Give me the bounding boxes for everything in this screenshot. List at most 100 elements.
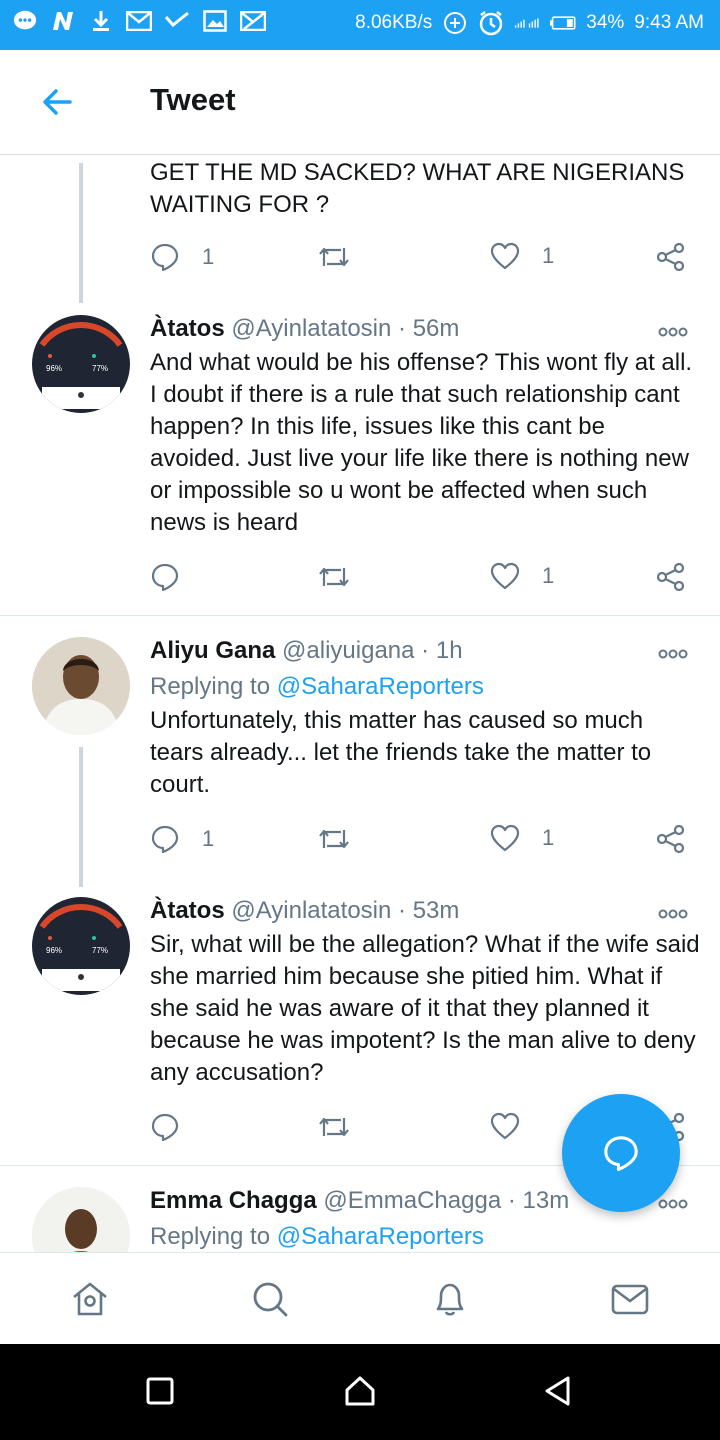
reply-count: 1 <box>202 244 215 269</box>
retweet-button[interactable] <box>317 242 373 272</box>
thread-line <box>79 163 83 303</box>
tweet-item[interactable]: 96% 77% Àtatos @Ayinlatatosin · 56m And … <box>0 305 720 615</box>
like-button[interactable]: 1 <box>490 242 554 270</box>
reply-button[interactable]: 1 <box>150 824 214 854</box>
retweet-icon <box>319 247 349 267</box>
like-button[interactable]: 1 <box>490 824 554 852</box>
retweet-button[interactable] <box>317 1112 373 1142</box>
meta-separator: · <box>421 637 430 664</box>
page-title: Tweet <box>150 82 236 117</box>
reply-button[interactable]: 1 <box>150 242 214 272</box>
tweet-divider <box>0 615 720 616</box>
tweet-text: And what would be his offense? This wont… <box>150 349 693 536</box>
like-button[interactable]: 1 <box>490 562 554 590</box>
display-name[interactable]: Àtatos <box>150 897 225 924</box>
avatar[interactable] <box>32 637 130 735</box>
tweet-meta: Àtatos @Ayinlatatosin · 53m <box>150 897 459 925</box>
reply-button[interactable] <box>150 1112 202 1142</box>
recents-button[interactable] <box>143 1374 177 1408</box>
more-options-button[interactable] <box>658 1197 688 1211</box>
replying-to-handle[interactable]: @SaharaReporters <box>277 673 484 700</box>
battery-icon <box>550 12 576 34</box>
user-handle[interactable]: @Ayinlatatosin <box>231 897 391 924</box>
heart-icon <box>490 242 520 270</box>
meta-separator: · <box>507 1187 516 1214</box>
nav-search-button[interactable] <box>250 1279 290 1319</box>
tweet-item[interactable]: Aliyu Gana @aliyuigana · 1h Replying to … <box>0 627 720 887</box>
app-header: Tweet <box>0 50 720 155</box>
comment-icon <box>151 243 179 272</box>
comment-icon <box>151 825 179 854</box>
back-button[interactable] <box>38 82 78 122</box>
bottom-navigation <box>0 1252 720 1345</box>
signal-icon <box>514 12 540 34</box>
tweet-thread[interactable]: GET THE MD SACKED? WHAT ARE NIGERIANS WA… <box>0 155 720 1252</box>
heart-icon <box>490 562 520 590</box>
avatar-storage-text: 96% <box>46 946 62 955</box>
data-saver-icon <box>442 12 468 34</box>
comment-icon <box>151 1113 179 1142</box>
arrow-left-icon <box>43 89 72 115</box>
retweet-icon <box>319 829 349 849</box>
alarm-icon <box>478 11 504 36</box>
user-handle[interactable]: @EmmaChagga <box>323 1187 501 1214</box>
more-dots-icon <box>658 649 688 659</box>
display-name[interactable]: Àtatos <box>150 315 225 342</box>
tweet-item[interactable]: GET THE MD SACKED? WHAT ARE NIGERIANS WA… <box>0 155 720 305</box>
retweet-button[interactable] <box>317 824 373 854</box>
like-button[interactable] <box>490 1112 542 1140</box>
replying-to-label: Replying to <box>150 673 271 700</box>
avatar-storage-text: 96% <box>46 364 62 373</box>
share-icon <box>656 562 685 592</box>
share-button[interactable] <box>656 242 686 272</box>
heart-icon <box>490 824 520 852</box>
share-icon <box>656 824 685 854</box>
check-icon <box>164 10 190 32</box>
retweet-button[interactable] <box>317 562 373 592</box>
display-name[interactable]: Emma Chagga <box>150 1187 317 1214</box>
tweet-actions: 1 1 <box>150 242 690 276</box>
retweet-icon <box>319 1117 349 1137</box>
recents-icon <box>146 1377 174 1405</box>
avatar[interactable]: 96% 77% <box>32 315 130 413</box>
share-button[interactable] <box>656 562 686 592</box>
tweet-time: 56m <box>412 315 460 342</box>
system-navigation-bar <box>0 1344 720 1440</box>
image-icon <box>202 10 228 32</box>
reply-button[interactable] <box>150 562 202 592</box>
meta-separator: · <box>398 897 407 924</box>
tweet-text: Unfortunately, this matter has caused so… <box>150 707 652 798</box>
thread-line <box>79 747 83 887</box>
more-options-button[interactable] <box>658 647 688 661</box>
system-back-button[interactable] <box>541 1374 575 1408</box>
like-count: 1 <box>542 563 555 588</box>
back-triangle-icon <box>545 1376 570 1406</box>
chat-bubble-icon <box>12 10 38 32</box>
compose-reply-button[interactable] <box>562 1094 680 1212</box>
share-button[interactable] <box>656 824 686 854</box>
replying-to-label: Replying to <box>150 1223 271 1250</box>
tweet-actions: 1 <box>150 562 690 596</box>
tweet-time: 53m <box>412 897 460 924</box>
nav-home-button[interactable] <box>70 1279 110 1319</box>
heart-icon <box>490 1112 520 1140</box>
display-name[interactable]: Aliyu Gana <box>150 637 275 664</box>
home-button-icon <box>345 1376 375 1406</box>
download-icon <box>88 10 114 32</box>
more-dots-icon <box>658 327 688 337</box>
user-handle[interactable]: @aliyuigana <box>282 637 414 664</box>
more-options-button[interactable] <box>658 325 688 339</box>
tweet-time: 1h <box>435 637 463 664</box>
nav-messages-button[interactable] <box>610 1279 650 1319</box>
avatar[interactable] <box>32 1187 130 1252</box>
replying-to: Replying to @SaharaReporters <box>150 673 484 701</box>
avatar[interactable]: 96% 77% <box>32 897 130 995</box>
more-options-button[interactable] <box>658 907 688 921</box>
nav-notifications-button[interactable] <box>430 1279 470 1319</box>
home-icon <box>73 1282 107 1316</box>
replying-to-handle[interactable]: @SaharaReporters <box>277 1223 484 1250</box>
system-home-button[interactable] <box>343 1374 377 1408</box>
replying-to: Replying to @SaharaReporters <box>150 1223 484 1251</box>
user-handle[interactable]: @Ayinlatatosin <box>231 315 391 342</box>
tweet-text: Sir, what will be the allegation? What i… <box>150 931 700 1086</box>
